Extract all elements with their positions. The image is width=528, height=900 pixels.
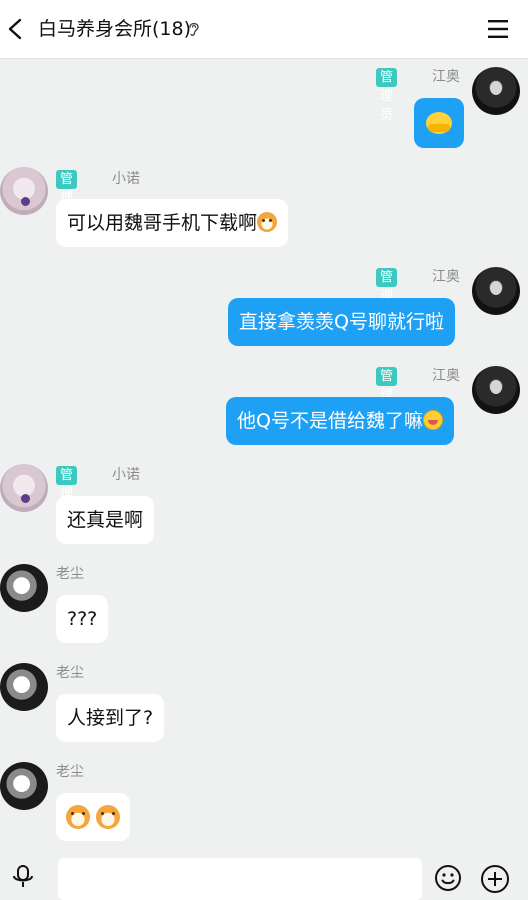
avatar[interactable] bbox=[0, 167, 48, 215]
avatar[interactable] bbox=[0, 663, 48, 711]
sender-name[interactable]: 老尘 bbox=[56, 763, 84, 782]
sender-name[interactable]: 小诺 bbox=[112, 170, 140, 189]
sender-name[interactable]: 江奥 bbox=[432, 268, 460, 287]
message-bubble[interactable]: 可以用魏哥手机下载啊 bbox=[56, 199, 289, 247]
avatar[interactable] bbox=[472, 267, 520, 315]
avatar[interactable] bbox=[0, 564, 48, 612]
back-arrow-icon[interactable] bbox=[4, 17, 28, 41]
message-text: 他Q号不是借给魏了嘛 bbox=[237, 410, 423, 432]
message-bubble[interactable]: 还真是啊 bbox=[56, 496, 155, 544]
admin-badge: 管理员 bbox=[56, 466, 78, 521]
sender-name[interactable]: 老尘 bbox=[56, 565, 84, 584]
message-bubble[interactable]: 他Q号不是借给魏了嘛 bbox=[226, 397, 454, 445]
message-text: 还真是啊 bbox=[67, 509, 144, 531]
hugging-face-icon bbox=[426, 112, 452, 134]
message-text: 人接到了? bbox=[67, 707, 154, 729]
avatar[interactable] bbox=[472, 366, 520, 414]
avatar[interactable] bbox=[0, 464, 48, 512]
chat-title[interactable]: 白马养身会所(18) bbox=[38, 17, 191, 41]
admin-badge: 管理员 bbox=[376, 367, 398, 422]
microphone-icon[interactable] bbox=[12, 864, 34, 888]
message-bubble[interactable]: ??? bbox=[56, 595, 109, 643]
admin-badge: 管理员 bbox=[376, 268, 398, 323]
menu-icon[interactable] bbox=[486, 18, 510, 40]
message-text: ??? bbox=[67, 608, 98, 630]
message-bubble[interactable]: 直接拿羡羡Q号聊就行啦 bbox=[228, 298, 455, 346]
avatar[interactable] bbox=[0, 762, 48, 810]
plus-icon[interactable] bbox=[480, 864, 510, 894]
message-bubble[interactable]: 人接到了? bbox=[56, 694, 165, 742]
admin-badge: 管理员 bbox=[376, 68, 398, 123]
sender-name[interactable]: 江奥 bbox=[432, 367, 460, 386]
sender-name[interactable]: 江奥 bbox=[432, 68, 460, 87]
message-input[interactable] bbox=[58, 858, 422, 900]
laughing-face-icon bbox=[422, 410, 443, 430]
message-bubble[interactable] bbox=[56, 793, 131, 841]
sender-name[interactable]: 老尘 bbox=[56, 664, 84, 683]
dog-face-icon bbox=[66, 805, 90, 829]
dog-face-icon bbox=[257, 212, 278, 232]
admin-badge: 管理员 bbox=[56, 170, 78, 225]
dog-face-icon bbox=[96, 805, 121, 829]
message-text: 可以用魏哥手机下载啊 bbox=[67, 212, 258, 234]
input-bar bbox=[0, 848, 528, 900]
avatar[interactable] bbox=[472, 67, 520, 115]
message-text: 直接拿羡羡Q号聊就行啦 bbox=[239, 311, 444, 333]
message-bubble[interactable] bbox=[414, 98, 464, 148]
ear-icon[interactable] bbox=[187, 21, 201, 37]
sender-name[interactable]: 小诺 bbox=[112, 466, 140, 485]
chat-header: 白马养身会所(18) bbox=[0, 0, 528, 59]
